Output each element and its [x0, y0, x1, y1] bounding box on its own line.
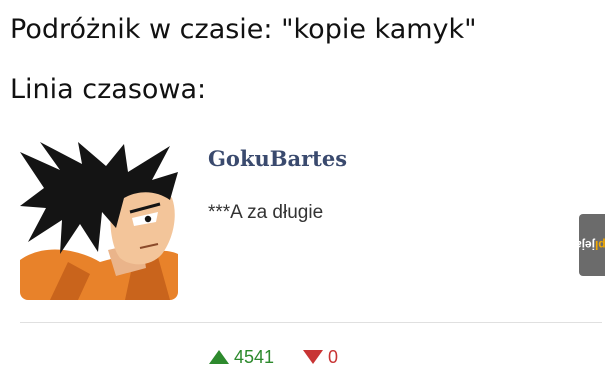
comment-username[interactable]: GokuBartes: [208, 146, 347, 171]
watermark-text: jeja.pl: [575, 235, 605, 255]
jeja-watermark: jeja.pl: [575, 214, 605, 276]
goku-avatar-icon: [20, 142, 178, 300]
upvote-button[interactable]: 4541: [208, 347, 274, 368]
comment-text: ***A za długie: [208, 202, 324, 223]
downvote-button[interactable]: 0: [302, 347, 338, 368]
triangle-down-icon: [303, 350, 324, 364]
downvote-count: 0: [328, 346, 339, 367]
vote-bar: 4541 0: [208, 345, 338, 369]
watermark-tld: .pl: [595, 238, 605, 252]
divider: [20, 322, 602, 323]
avatar[interactable]: [20, 142, 178, 300]
comment-card: GokuBartes ***A za długie: [20, 142, 605, 322]
upvote-count: 4541: [234, 346, 275, 367]
caption-line-1: Podróżnik w czasie: "kopie kamyk": [10, 14, 477, 45]
caption-line-2: Linia czasowa:: [10, 74, 207, 105]
triangle-up-icon: [209, 350, 229, 364]
